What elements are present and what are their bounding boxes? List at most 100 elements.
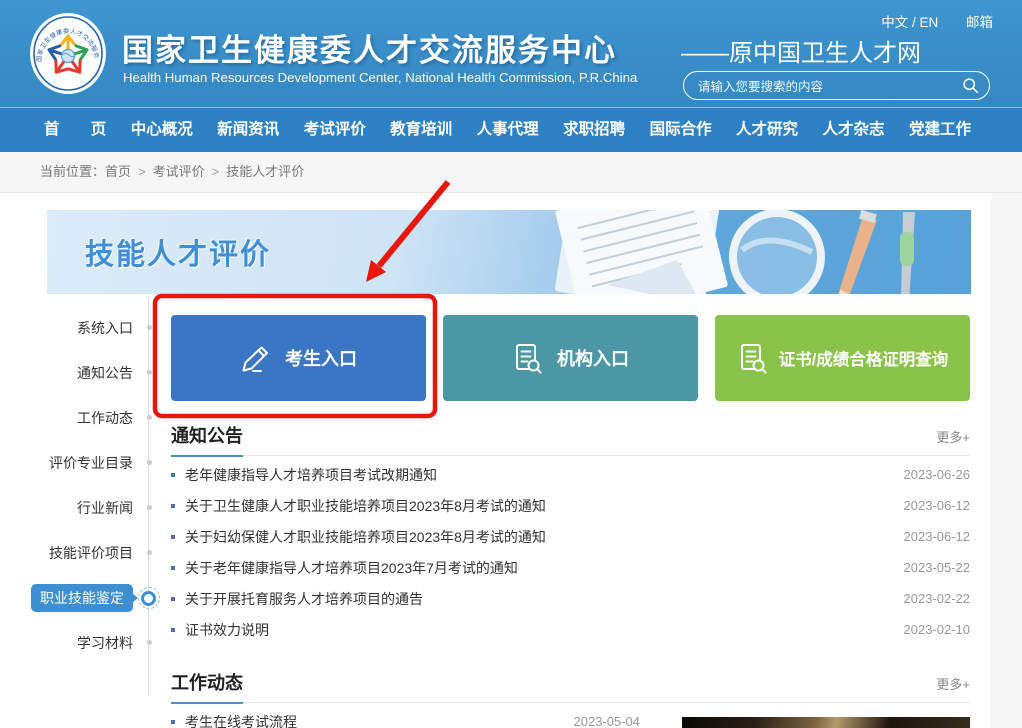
notices-section-title: 通知公告 [171, 422, 243, 457]
entry-button-1[interactable]: 考生入口 [171, 315, 426, 401]
site-alias: ——原中国卫生人才网 [681, 33, 921, 68]
sidebar-item-8[interactable]: 学习材料 [0, 620, 150, 665]
sidebar-item-label: 工作动态 [77, 408, 133, 428]
nav-item-7[interactable]: 求职招聘 [563, 108, 625, 152]
notice-date: 2023-06-26 [904, 467, 971, 482]
breadcrumb-item-1[interactable]: 首页 [105, 164, 131, 179]
notice-title: 关于老年健康指导人才培养项目2023年7月考试的通知 [185, 558, 904, 578]
bullet-icon [171, 597, 175, 601]
sidebar-item-label: 行业新闻 [77, 498, 133, 518]
nav-item-11[interactable]: 党建工作 [909, 108, 971, 152]
search-placeholder: 请输入您要搜索的内容 [684, 76, 962, 95]
notice-title: 关于妇幼保健人才职业技能培养项目2023年8月考试的通知 [185, 527, 904, 547]
entry-button-label: 考生入口 [285, 345, 357, 371]
notice-date: 2023-06-12 [904, 498, 971, 513]
bullet-icon [171, 566, 175, 570]
sidebar-item-3[interactable]: 工作动态 [0, 395, 150, 440]
news-section: 工作动态 更多+ 考生在线考试流程2023-05-04 [171, 677, 970, 728]
page-title: 技能人才评价 [85, 231, 271, 273]
news-more-link[interactable]: 更多+ [936, 674, 970, 693]
notice-row[interactable]: 关于妇幼保健人才职业技能培养项目2023年8月考试的通知2023-06-12 [171, 521, 970, 552]
sidebar-item-label: 学习材料 [77, 633, 133, 653]
notice-date: 2023-06-12 [904, 529, 971, 544]
entry-buttons: 考生入口 机构入口 证书/成绩合格证明查询 [171, 315, 970, 401]
nav-item-8[interactable]: 国际合作 [650, 108, 712, 152]
sidebar-item-7[interactable]: 职业技能鉴定 [0, 575, 150, 620]
notices-more-link[interactable]: 更多+ [936, 427, 970, 446]
notice-row[interactable]: 关于开展托育服务人才培养项目的通告2023-02-22 [171, 583, 970, 614]
entry-button-label: 证书/成绩合格证明查询 [779, 346, 949, 370]
notice-row[interactable]: 关于卫生健康人才职业技能培养项目2023年8月考试的通知2023-06-12 [171, 490, 970, 521]
mailbox-link[interactable]: 邮箱 [966, 15, 993, 30]
sidebar-item-2[interactable]: 通知公告 [0, 350, 150, 395]
sidebar-item-label: 系统入口 [77, 318, 133, 338]
paper-stack-graphic [554, 210, 728, 294]
news-section-title: 工作动态 [171, 669, 243, 704]
bullet-icon [171, 720, 175, 724]
sidebar-item-label: 通知公告 [77, 363, 133, 383]
notice-date: 2023-05-22 [904, 560, 971, 575]
nav-item-9[interactable]: 人才研究 [736, 108, 798, 152]
sidebar-item-4[interactable]: 评价专业目录 [0, 440, 150, 485]
main-nav: 首 页中心概况新闻资讯考试评价教育培训人事代理求职招聘国际合作人才研究人才杂志党… [0, 107, 1022, 152]
breadcrumb: 当前位置：首页>考试评价>技能人才评价 [0, 152, 1022, 193]
search-icon[interactable] [962, 77, 979, 94]
nav-item-6[interactable]: 人事代理 [477, 108, 539, 152]
entry-button-label: 机构入口 [557, 345, 629, 371]
notice-row[interactable]: 证书效力说明2023-02-10 [171, 614, 970, 645]
sidebar: 系统入口通知公告工作动态评价专业目录行业新闻技能评价项目职业技能鉴定学习材料 [0, 305, 150, 665]
sidebar-item-5[interactable]: 行业新闻 [0, 485, 150, 530]
bullet-icon [171, 473, 175, 477]
nav-item-3[interactable]: 新闻资讯 [217, 108, 279, 152]
nav-item-4[interactable]: 考试评价 [304, 108, 366, 152]
pencil-icon [240, 342, 272, 374]
notice-title: 老年健康指导人才培养项目考试改期通知 [185, 465, 904, 485]
bullet-icon [171, 535, 175, 539]
breadcrumb-separator: > [131, 164, 153, 179]
notice-date: 2023-02-10 [904, 622, 971, 637]
news-row[interactable]: 考生在线考试流程2023-05-04 [171, 706, 640, 728]
breadcrumb-separator: > [205, 164, 227, 179]
notice-row[interactable]: 关于老年健康指导人才培养项目2023年7月考试的通知2023-05-22 [171, 552, 970, 583]
page-banner: 技能人才评价 [47, 210, 971, 294]
breadcrumb-item-2[interactable]: 考试评价 [153, 164, 205, 179]
pencil-graphic [837, 210, 877, 294]
entry-button-3[interactable]: 证书/成绩合格证明查询 [715, 315, 970, 401]
notice-date: 2023-02-22 [904, 591, 971, 606]
main-content: 技能人才评价 系统入口通知公告工作动态评价专业目录行业新闻技能评价项目职业技能鉴… [0, 193, 1022, 728]
news-title: 考生在线考试流程 [185, 712, 574, 728]
sidebar-item-label: 职业技能鉴定 [31, 584, 133, 612]
nav-item-1[interactable]: 首 页 [44, 108, 106, 152]
breadcrumb-item-3[interactable]: 技能人才评价 [226, 164, 304, 179]
news-photo[interactable] [682, 717, 970, 728]
page-right-gutter [991, 193, 1022, 728]
site-title: 国家卫生健康委人才交流服务中心 [122, 25, 617, 70]
search-input[interactable]: 请输入您要搜索的内容 [683, 71, 990, 100]
doc-search-icon [512, 342, 544, 374]
top-links: 中文 / EN 邮箱 [857, 11, 993, 31]
site-subtitle: Health Human Resources Development Cente… [123, 70, 637, 85]
sidebar-item-6[interactable]: 技能评价项目 [0, 530, 150, 575]
news-date: 2023-05-04 [574, 714, 641, 728]
magnifier-graphic [733, 213, 821, 294]
browser-page: 国家卫生健康委人才交流服务中心 国家卫生健康委人才交流服务中心 Health H… [0, 0, 1022, 728]
nav-item-5[interactable]: 教育培训 [390, 108, 452, 152]
notice-title: 证书效力说明 [185, 620, 904, 640]
breadcrumb-label: 当前位置： [40, 164, 105, 179]
bullet-icon [171, 504, 175, 508]
site-logo: 国家卫生健康委人才交流服务中心 [29, 12, 107, 95]
doc-search-icon [737, 342, 769, 374]
sidebar-item-label: 技能评价项目 [49, 543, 133, 563]
sidebar-item-1[interactable]: 系统入口 [0, 305, 150, 350]
entry-button-2[interactable]: 机构入口 [443, 315, 698, 401]
notice-title: 关于卫生健康人才职业技能培养项目2023年8月考试的通知 [185, 496, 904, 516]
notice-row[interactable]: 老年健康指导人才培养项目考试改期通知2023-06-26 [171, 459, 970, 490]
notices-section: 通知公告 更多+ 老年健康指导人才培养项目考试改期通知2023-06-26关于卫… [171, 425, 970, 645]
sidebar-item-label: 评价专业目录 [49, 453, 133, 473]
site-header: 国家卫生健康委人才交流服务中心 国家卫生健康委人才交流服务中心 Health H… [0, 0, 1022, 107]
nav-item-10[interactable]: 人才杂志 [823, 108, 885, 152]
language-switch-link[interactable]: 中文 / EN [881, 15, 938, 30]
nav-item-2[interactable]: 中心概况 [131, 108, 193, 152]
pen-graphic [900, 212, 915, 294]
notice-title: 关于开展托育服务人才培养项目的通告 [185, 589, 904, 609]
